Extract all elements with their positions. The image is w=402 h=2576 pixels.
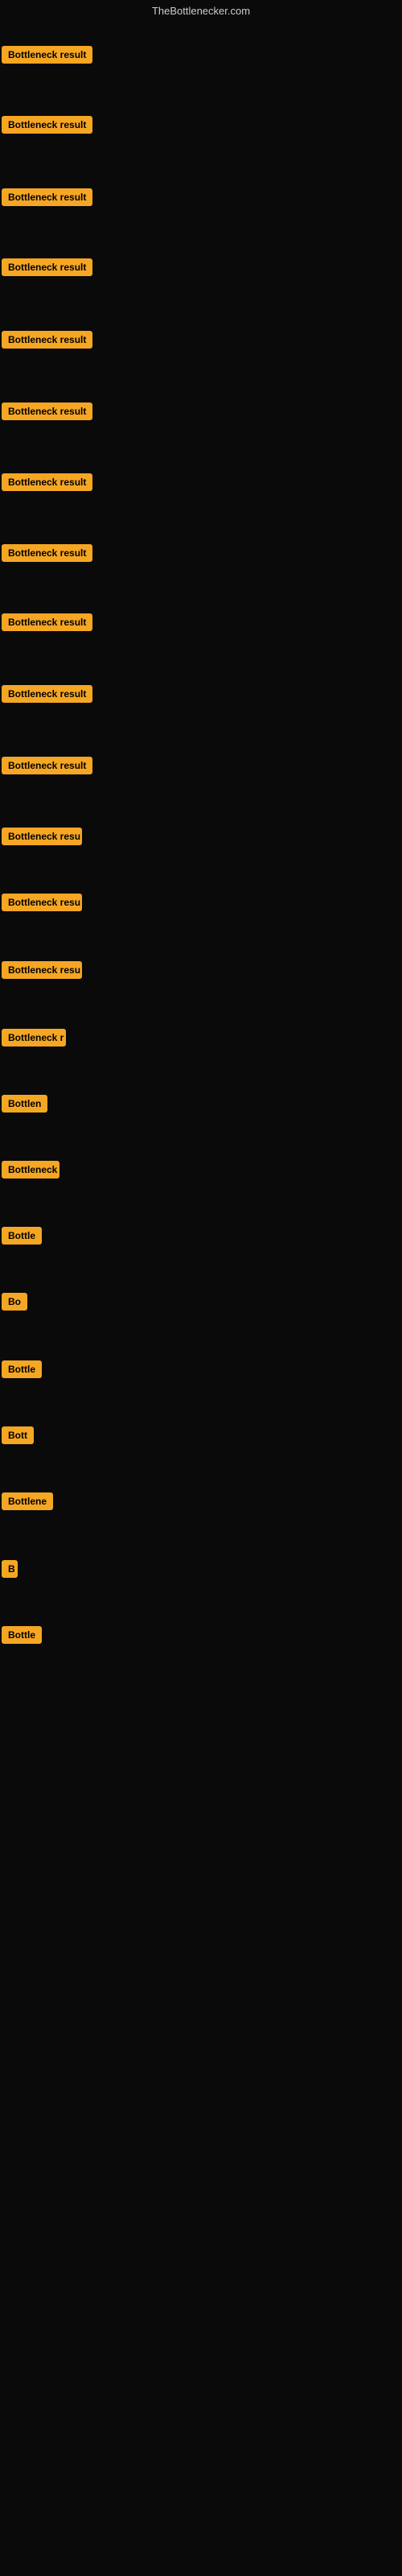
result-row-15: Bottleneck r [2, 1029, 66, 1051]
result-row-21: Bott [2, 1426, 34, 1448]
result-row-11: Bottleneck result [2, 757, 92, 778]
bottleneck-badge-14[interactable]: Bottleneck resu [2, 961, 82, 979]
bottleneck-badge-7[interactable]: Bottleneck result [2, 473, 92, 491]
bottleneck-badge-9[interactable]: Bottleneck result [2, 613, 92, 631]
bottleneck-badge-6[interactable]: Bottleneck result [2, 402, 92, 420]
result-row-10: Bottleneck result [2, 685, 92, 707]
result-row-8: Bottleneck result [2, 544, 92, 566]
result-row-20: Bottle [2, 1360, 42, 1382]
bottleneck-badge-13[interactable]: Bottleneck resu [2, 894, 82, 911]
bottleneck-badge-2[interactable]: Bottleneck result [2, 116, 92, 134]
result-row-14: Bottleneck resu [2, 961, 82, 983]
result-row-19: Bo [2, 1293, 27, 1315]
bottleneck-badge-23[interactable]: B [2, 1560, 18, 1578]
result-row-16: Bottlen [2, 1095, 47, 1117]
result-row-23: B [2, 1560, 18, 1582]
bottleneck-badge-11[interactable]: Bottleneck result [2, 757, 92, 774]
site-title: TheBottlenecker.com [0, 0, 402, 25]
result-row-13: Bottleneck resu [2, 894, 82, 915]
bottleneck-badge-20[interactable]: Bottle [2, 1360, 42, 1378]
result-row-6: Bottleneck result [2, 402, 92, 424]
result-row-4: Bottleneck result [2, 258, 92, 280]
result-row-24: Bottle [2, 1626, 42, 1648]
result-row-1: Bottleneck result [2, 46, 92, 68]
result-row-5: Bottleneck result [2, 331, 92, 353]
bottleneck-badge-18[interactable]: Bottle [2, 1227, 42, 1245]
result-row-9: Bottleneck result [2, 613, 92, 635]
page-wrapper: TheBottlenecker.com Bottleneck result Bot… [0, 0, 402, 2576]
bottleneck-badge-24[interactable]: Bottle [2, 1626, 42, 1644]
bottleneck-badge-21[interactable]: Bott [2, 1426, 34, 1444]
bottleneck-badge-10[interactable]: Bottleneck result [2, 685, 92, 703]
bottleneck-badge-3[interactable]: Bottleneck result [2, 188, 92, 206]
result-row-12: Bottleneck resu [2, 828, 82, 849]
bottleneck-badge-1[interactable]: Bottleneck result [2, 46, 92, 64]
bottleneck-badge-8[interactable]: Bottleneck result [2, 544, 92, 562]
bottleneck-badge-22[interactable]: Bottlene [2, 1492, 53, 1510]
bottleneck-badge-5[interactable]: Bottleneck result [2, 331, 92, 349]
result-row-17: Bottleneck [2, 1161, 59, 1183]
bottleneck-badge-15[interactable]: Bottleneck r [2, 1029, 66, 1046]
result-row-7: Bottleneck result [2, 473, 92, 495]
result-row-3: Bottleneck result [2, 188, 92, 210]
result-row-2: Bottleneck result [2, 116, 92, 138]
bottleneck-badge-12[interactable]: Bottleneck resu [2, 828, 82, 845]
bottleneck-badge-19[interactable]: Bo [2, 1293, 27, 1311]
result-row-18: Bottle [2, 1227, 42, 1249]
bottleneck-badge-16[interactable]: Bottlen [2, 1095, 47, 1113]
result-row-22: Bottlene [2, 1492, 53, 1514]
bottleneck-badge-17[interactable]: Bottleneck [2, 1161, 59, 1179]
bottleneck-badge-4[interactable]: Bottleneck result [2, 258, 92, 276]
